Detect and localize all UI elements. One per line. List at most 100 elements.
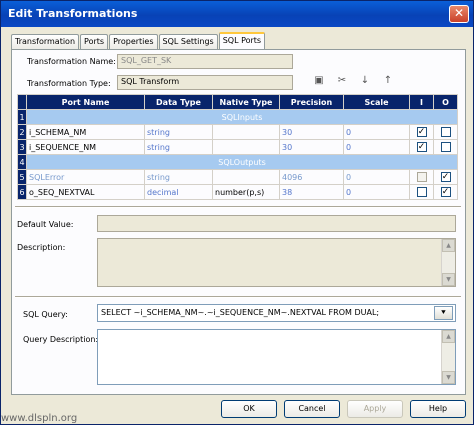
input-checkbox[interactable]	[416, 187, 427, 197]
col-data-type[interactable]: Data Type	[144, 94, 213, 110]
row-number[interactable]: 3	[17, 139, 27, 155]
query-description-field[interactable]: ▲ ▼	[97, 329, 456, 385]
tab-properties[interactable]: Properties	[109, 34, 158, 49]
row-number[interactable]: 2	[17, 124, 27, 140]
row-number[interactable]: 1	[17, 109, 27, 125]
title-bar[interactable]: Edit Transformations ✕	[1, 1, 473, 27]
default-value-label: Default Value:	[17, 220, 74, 229]
precision-cell: 4096	[279, 169, 344, 185]
window-title: Edit Transformations	[8, 7, 138, 20]
description-scrollbar[interactable]: ▲ ▼	[441, 239, 455, 286]
port-name-cell[interactable]: o_SEQ_NEXTVAL	[26, 184, 145, 200]
move-down-icon[interactable]: ↓	[358, 74, 372, 88]
table-row[interactable]: 3 i_SEQUENCE_NM string 30 0 ✓	[17, 139, 458, 155]
native-type-cell[interactable]	[212, 124, 280, 140]
scale-cell[interactable]: 0	[343, 184, 410, 200]
group-label: SQLOutputs	[26, 154, 458, 170]
precision-cell[interactable]: 30	[279, 139, 344, 155]
description-label: Description:	[17, 243, 66, 252]
new-port-icon[interactable]: ▣	[312, 74, 326, 88]
output-cell	[433, 139, 458, 155]
sql-query-field[interactable]: SELECT ~i_SCHEMA_NM~.~i_SEQUENCE_NM~.NEX…	[97, 304, 456, 322]
grid-header-row: Port Name Data Type Native Type Precisio…	[17, 94, 458, 110]
cut-icon[interactable]: ✂	[335, 74, 349, 88]
group-row-sqlinputs[interactable]: 1 SQLInputs	[17, 109, 458, 125]
input-checkbox	[416, 172, 427, 182]
port-name-cell: SQLError	[26, 169, 145, 185]
table-row[interactable]: 6 o_SEQ_NEXTVAL decimal number(p,s) 38 0…	[17, 184, 458, 200]
output-checkbox[interactable]	[440, 142, 451, 152]
native-type-cell[interactable]	[212, 139, 280, 155]
tab-sql-ports[interactable]: SQL Ports	[218, 32, 266, 49]
col-precision[interactable]: Precision	[279, 94, 344, 110]
tab-transformation[interactable]: Transformation	[11, 34, 80, 49]
query-description-scrollbar[interactable]: ▲ ▼	[441, 330, 455, 384]
transformation-name-label: Transformation Name:	[27, 57, 116, 66]
ok-button[interactable]: OK	[221, 400, 277, 418]
data-type-cell: string	[144, 169, 213, 185]
output-cell: ✓	[433, 184, 458, 200]
apply-button: Apply	[347, 400, 403, 418]
scale-cell: 0	[343, 169, 410, 185]
output-cell	[433, 124, 458, 140]
input-checkbox[interactable]: ✓	[416, 142, 427, 152]
data-type-cell[interactable]: decimal	[144, 184, 213, 200]
native-type-cell[interactable]: number(p,s)	[212, 184, 280, 200]
input-cell	[409, 184, 434, 200]
output-checkbox[interactable]: ✓	[440, 172, 451, 182]
transformation-name-field: SQL_GET_SK	[117, 54, 293, 69]
scroll-up-icon[interactable]: ▲	[442, 239, 455, 252]
transformation-type-label: Transformation Type:	[27, 79, 111, 88]
precision-cell[interactable]: 30	[279, 124, 344, 140]
row-number[interactable]: 5	[17, 169, 27, 185]
edit-transformations-dialog: Edit Transformations ✕ Transformation Po…	[0, 0, 474, 425]
scale-cell[interactable]: 0	[343, 124, 410, 140]
scale-cell[interactable]: 0	[343, 139, 410, 155]
transformation-type-field: SQL Transform	[117, 75, 293, 90]
col-output[interactable]: O	[433, 94, 458, 110]
tab-sql-settings[interactable]: SQL Settings	[158, 34, 218, 49]
close-icon[interactable]: ✕	[449, 5, 469, 23]
ports-grid: Port Name Data Type Native Type Precisio…	[17, 94, 458, 200]
default-value-field	[97, 215, 456, 232]
description-field: ▲ ▼	[97, 238, 456, 287]
input-checkbox[interactable]: ✓	[416, 127, 427, 137]
row-number-header	[17, 94, 27, 110]
row-number[interactable]: 4	[17, 154, 27, 170]
tab-ports[interactable]: Ports	[80, 34, 109, 49]
divider	[15, 296, 461, 298]
watermark-text: www.dlspln.org	[1, 413, 78, 424]
tab-strip: Transformation Ports Properties SQL Sett…	[11, 32, 266, 49]
input-cell: ✓	[409, 139, 434, 155]
col-input[interactable]: I	[409, 94, 434, 110]
group-row-sqloutputs[interactable]: 4 SQLOutputs	[17, 154, 458, 170]
dropdown-arrow-icon[interactable]: ⯆	[434, 306, 453, 320]
divider	[15, 206, 461, 208]
output-checkbox[interactable]	[440, 127, 451, 137]
input-cell	[409, 169, 434, 185]
scroll-down-icon[interactable]: ▼	[442, 371, 455, 384]
table-row[interactable]: 2 i_SCHEMA_NM string 30 0 ✓	[17, 124, 458, 140]
input-cell: ✓	[409, 124, 434, 140]
help-button[interactable]: Help	[410, 400, 466, 418]
output-checkbox[interactable]: ✓	[440, 187, 451, 197]
row-number[interactable]: 6	[17, 184, 27, 200]
sql-query-text: SELECT ~i_SCHEMA_NM~.~i_SEQUENCE_NM~.NEX…	[101, 308, 380, 317]
query-description-label: Query Description:	[23, 335, 99, 344]
move-up-icon[interactable]: ↑	[381, 74, 395, 88]
scroll-down-icon[interactable]: ▼	[442, 273, 455, 286]
col-port-name[interactable]: Port Name	[26, 94, 145, 110]
port-name-cell[interactable]: i_SCHEMA_NM	[26, 124, 145, 140]
group-label: SQLInputs	[26, 109, 458, 125]
col-native-type[interactable]: Native Type	[212, 94, 280, 110]
scroll-up-icon[interactable]: ▲	[442, 330, 455, 343]
port-name-cell[interactable]: i_SEQUENCE_NM	[26, 139, 145, 155]
data-type-cell[interactable]: string	[144, 124, 213, 140]
cancel-button[interactable]: Cancel	[284, 400, 340, 418]
data-type-cell[interactable]: string	[144, 139, 213, 155]
native-type-cell	[212, 169, 280, 185]
col-scale[interactable]: Scale	[343, 94, 410, 110]
precision-cell[interactable]: 38	[279, 184, 344, 200]
table-row[interactable]: 5 SQLError string 4096 0 ✓	[17, 169, 458, 185]
output-cell: ✓	[433, 169, 458, 185]
